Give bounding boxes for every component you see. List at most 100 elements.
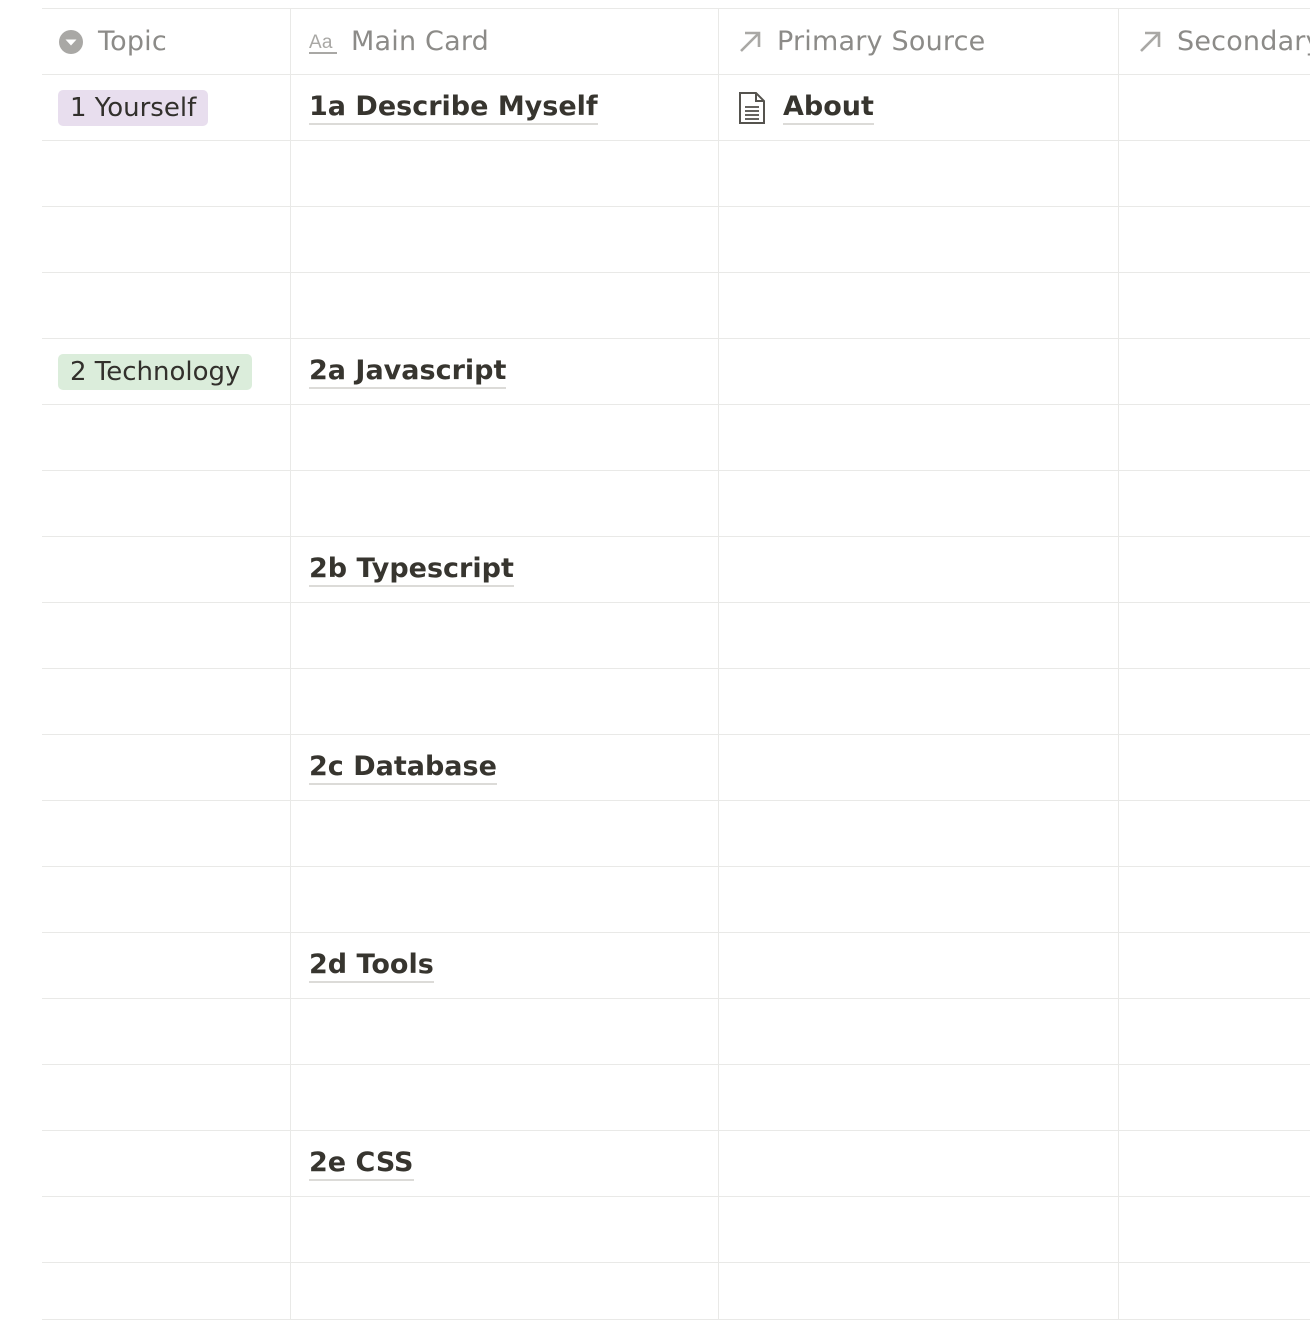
column-header-main-card[interactable]: Aa Main Card	[291, 9, 719, 74]
main-card-cell[interactable]	[291, 801, 719, 866]
main-card-cell[interactable]	[291, 207, 719, 272]
main-card-cell[interactable]	[291, 669, 719, 734]
column-header-topic[interactable]: Topic	[42, 9, 291, 74]
topic-cell[interactable]	[42, 999, 291, 1064]
main-card-link[interactable]: 2d Tools	[309, 948, 434, 983]
main-card-cell[interactable]: 2a Javascript	[291, 339, 719, 404]
topic-cell[interactable]: 1 Yourself	[42, 75, 291, 140]
main-card-cell[interactable]	[291, 999, 719, 1064]
secondary-cell[interactable]	[1119, 1131, 1310, 1196]
topic-cell[interactable]	[42, 735, 291, 800]
main-card-cell[interactable]: 2d Tools	[291, 933, 719, 998]
topic-cell[interactable]	[42, 669, 291, 734]
table-row[interactable]	[42, 471, 1310, 537]
table-row[interactable]	[42, 669, 1310, 735]
topic-cell[interactable]	[42, 867, 291, 932]
secondary-cell[interactable]	[1119, 207, 1310, 272]
topic-cell[interactable]	[42, 603, 291, 668]
table-row[interactable]: 2c Database	[42, 735, 1310, 801]
main-card-cell[interactable]	[291, 471, 719, 536]
primary-source-cell[interactable]	[719, 933, 1119, 998]
topic-cell[interactable]	[42, 537, 291, 602]
main-card-link[interactable]: 1a Describe Myself	[309, 90, 598, 125]
topic-cell[interactable]	[42, 1065, 291, 1130]
secondary-cell[interactable]	[1119, 471, 1310, 536]
secondary-cell[interactable]	[1119, 1065, 1310, 1130]
table-row[interactable]	[42, 801, 1310, 867]
main-card-cell[interactable]: 1a Describe Myself	[291, 75, 719, 140]
topic-cell[interactable]	[42, 1131, 291, 1196]
main-card-cell[interactable]: 2e CSS	[291, 1131, 719, 1196]
main-card-cell[interactable]	[291, 603, 719, 668]
primary-source-cell[interactable]	[719, 603, 1119, 668]
main-card-cell[interactable]	[291, 273, 719, 338]
column-header-primary-source[interactable]: Primary Source	[719, 9, 1119, 74]
table-row[interactable]	[42, 141, 1310, 207]
topic-cell[interactable]	[42, 471, 291, 536]
primary-source-link[interactable]: About	[737, 90, 874, 125]
main-card-cell[interactable]	[291, 141, 719, 206]
topic-cell[interactable]	[42, 207, 291, 272]
topic-cell[interactable]	[42, 273, 291, 338]
primary-source-cell[interactable]	[719, 1065, 1119, 1130]
main-card-cell[interactable]	[291, 1065, 719, 1130]
column-header-secondary[interactable]: Secondary	[1119, 9, 1310, 74]
primary-source-cell[interactable]	[719, 273, 1119, 338]
secondary-cell[interactable]	[1119, 405, 1310, 470]
secondary-cell[interactable]	[1119, 75, 1310, 140]
secondary-cell[interactable]	[1119, 999, 1310, 1064]
main-card-cell[interactable]	[291, 867, 719, 932]
secondary-cell[interactable]	[1119, 735, 1310, 800]
table-row[interactable]	[42, 1065, 1310, 1131]
table-row[interactable]	[42, 405, 1310, 471]
secondary-cell[interactable]	[1119, 603, 1310, 668]
secondary-cell[interactable]	[1119, 1197, 1310, 1262]
table-row[interactable]: 2b Typescript	[42, 537, 1310, 603]
primary-source-cell[interactable]	[719, 471, 1119, 536]
table-row[interactable]: 2 Technology 2a Javascript	[42, 339, 1310, 405]
primary-source-cell[interactable]	[719, 867, 1119, 932]
primary-source-cell[interactable]: About	[719, 75, 1119, 140]
primary-source-cell[interactable]	[719, 669, 1119, 734]
main-card-cell[interactable]: 2b Typescript	[291, 537, 719, 602]
main-card-cell[interactable]	[291, 1263, 719, 1319]
topic-cell[interactable]	[42, 1263, 291, 1319]
table-row[interactable]	[42, 603, 1310, 669]
main-card-cell[interactable]: 2c Database	[291, 735, 719, 800]
table-row[interactable]	[42, 1197, 1310, 1263]
primary-source-cell[interactable]	[719, 735, 1119, 800]
secondary-cell[interactable]	[1119, 339, 1310, 404]
secondary-cell[interactable]	[1119, 801, 1310, 866]
primary-source-cell[interactable]	[719, 405, 1119, 470]
topic-cell[interactable]	[42, 1197, 291, 1262]
secondary-cell[interactable]	[1119, 141, 1310, 206]
primary-source-cell[interactable]	[719, 801, 1119, 866]
main-card-link[interactable]: 2b Typescript	[309, 552, 514, 587]
secondary-cell[interactable]	[1119, 933, 1310, 998]
topic-cell[interactable]	[42, 141, 291, 206]
primary-source-cell[interactable]	[719, 1197, 1119, 1262]
main-card-link[interactable]: 2c Database	[309, 750, 497, 785]
primary-source-cell[interactable]	[719, 1131, 1119, 1196]
table-row[interactable]	[42, 999, 1310, 1065]
table-row[interactable]: 2e CSS	[42, 1131, 1310, 1197]
primary-source-cell[interactable]	[719, 141, 1119, 206]
main-card-link[interactable]: 2e CSS	[309, 1146, 414, 1181]
topic-cell[interactable]	[42, 801, 291, 866]
primary-source-cell[interactable]	[719, 339, 1119, 404]
secondary-cell[interactable]	[1119, 1263, 1310, 1319]
primary-source-cell[interactable]	[719, 1263, 1119, 1319]
main-card-cell[interactable]	[291, 1197, 719, 1262]
table-row[interactable]	[42, 1263, 1310, 1320]
topic-cell[interactable]	[42, 933, 291, 998]
table-row[interactable]: 2d Tools	[42, 933, 1310, 999]
table-row[interactable]	[42, 273, 1310, 339]
main-card-link[interactable]: 2a Javascript	[309, 354, 507, 389]
secondary-cell[interactable]	[1119, 669, 1310, 734]
table-row[interactable]: 1 Yourself 1a Describe Myself About	[42, 75, 1310, 141]
secondary-cell[interactable]	[1119, 537, 1310, 602]
table-row[interactable]	[42, 207, 1310, 273]
main-card-cell[interactable]	[291, 405, 719, 470]
primary-source-cell[interactable]	[719, 999, 1119, 1064]
topic-cell[interactable]: 2 Technology	[42, 339, 291, 404]
